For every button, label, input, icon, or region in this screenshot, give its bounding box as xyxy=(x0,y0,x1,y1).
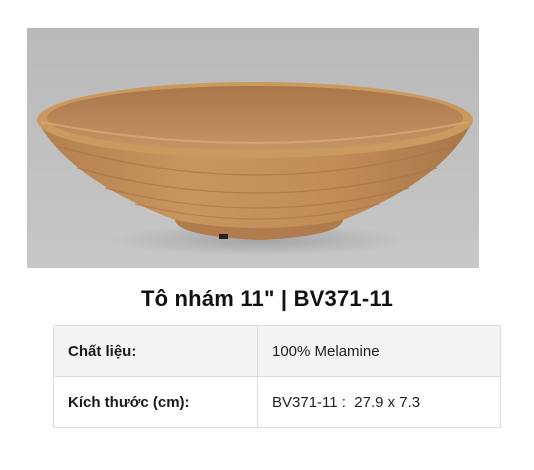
product-title: Tô nhám 11" | BV371-11 xyxy=(140,286,394,311)
spec-value-material: 100% Melamine xyxy=(257,325,501,377)
bowl-image xyxy=(27,28,479,268)
spec-label-material: Chất liệu: xyxy=(53,325,258,377)
table-row: Kích thước (cm): BV371-11 : 27.9 x 7.3 xyxy=(53,376,501,428)
specs-table: Chất liệu: 100% Melamine Kích thước (cm)… xyxy=(53,325,501,428)
spec-label-size: Kích thước (cm): xyxy=(53,376,258,428)
spec-value-size: BV371-11 : 27.9 x 7.3 xyxy=(257,376,501,428)
product-page: Tô nhám 11" | BV371-11 Chất liệu: 100% M… xyxy=(0,0,534,470)
table-row: Chất liệu: 100% Melamine xyxy=(53,325,501,377)
product-photo[interactable] xyxy=(27,28,479,268)
